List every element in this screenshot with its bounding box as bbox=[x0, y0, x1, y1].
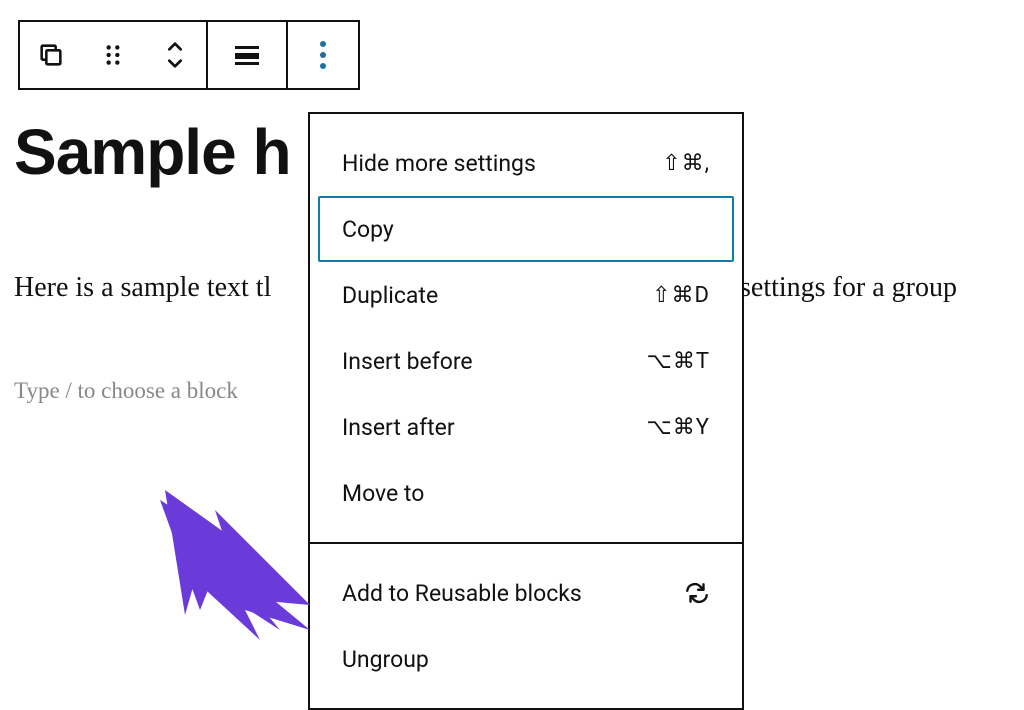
copy-overlap-icon bbox=[37, 41, 65, 69]
toolbar-group-align bbox=[208, 22, 286, 88]
drag-handle-button[interactable] bbox=[82, 22, 144, 88]
more-vertical-icon bbox=[318, 40, 328, 70]
menu-section-1: Hide more settings ⇧⌘, Copy Duplicate ⇧⌘… bbox=[310, 114, 742, 542]
block-toolbar bbox=[18, 20, 360, 90]
move-up-down-button[interactable] bbox=[144, 22, 206, 88]
block-heading[interactable]: Sample h bbox=[14, 115, 291, 189]
block-icon-button[interactable] bbox=[20, 22, 82, 88]
menu-item-shortcut: ⌥⌘Y bbox=[646, 415, 710, 440]
menu-item-shortcut: ⌥⌘T bbox=[647, 349, 710, 374]
annotation-arrow bbox=[140, 470, 330, 654]
move-arrows-icon bbox=[161, 38, 189, 72]
block-paragraph-left[interactable]: Here is a sample text tl bbox=[14, 272, 304, 304]
menu-item-label: Copy bbox=[342, 216, 394, 243]
menu-item-label: Hide more settings bbox=[342, 150, 536, 177]
block-paragraph-right[interactable]: settings for a group bbox=[740, 272, 957, 304]
more-options-button[interactable] bbox=[288, 22, 358, 88]
menu-item-copy[interactable]: Copy bbox=[318, 196, 734, 262]
menu-item-hide-more-settings[interactable]: Hide more settings ⇧⌘, bbox=[318, 130, 734, 196]
menu-item-insert-after[interactable]: Insert after ⌥⌘Y bbox=[318, 394, 734, 460]
menu-item-label: Insert before bbox=[342, 348, 473, 375]
menu-item-ungroup[interactable]: Ungroup bbox=[318, 626, 734, 692]
reusable-icon bbox=[684, 580, 710, 606]
menu-item-insert-before[interactable]: Insert before ⌥⌘T bbox=[318, 328, 734, 394]
align-button[interactable] bbox=[208, 22, 286, 88]
menu-item-label: Add to Reusable blocks bbox=[342, 580, 582, 607]
menu-item-shortcut: ⇧⌘D bbox=[652, 283, 710, 308]
block-options-menu: Hide more settings ⇧⌘, Copy Duplicate ⇧⌘… bbox=[308, 112, 744, 710]
toolbar-group-more bbox=[288, 22, 358, 88]
menu-item-label: Insert after bbox=[342, 414, 455, 441]
menu-item-label: Duplicate bbox=[342, 282, 438, 309]
menu-item-label: Move to bbox=[342, 480, 424, 507]
block-placeholder[interactable]: Type / to choose a block bbox=[14, 378, 238, 404]
menu-item-move-to[interactable]: Move to bbox=[318, 460, 734, 526]
drag-handle-icon bbox=[100, 42, 126, 68]
menu-section-2: Add to Reusable blocks Ungroup bbox=[310, 544, 742, 708]
menu-item-label: Ungroup bbox=[342, 646, 429, 673]
menu-item-shortcut: ⇧⌘, bbox=[662, 151, 710, 176]
align-icon bbox=[232, 43, 262, 67]
menu-item-add-reusable[interactable]: Add to Reusable blocks bbox=[318, 560, 734, 626]
menu-item-duplicate[interactable]: Duplicate ⇧⌘D bbox=[318, 262, 734, 328]
toolbar-group-left bbox=[20, 22, 206, 88]
